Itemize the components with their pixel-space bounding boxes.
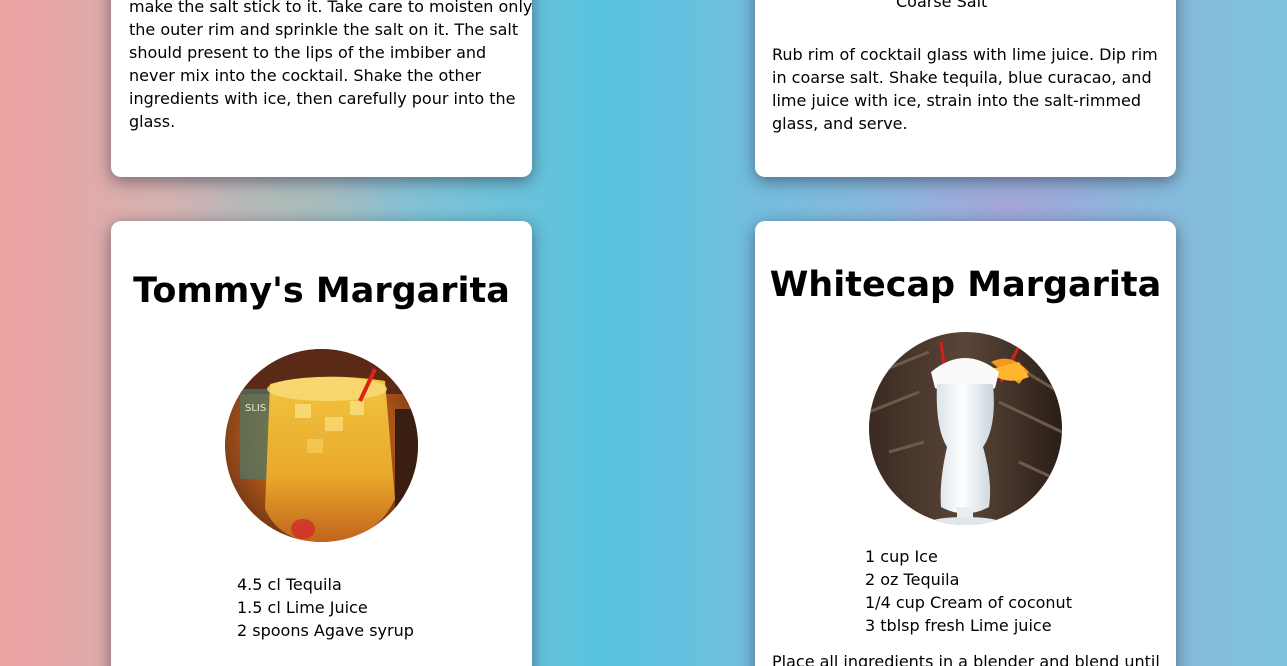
method-text: Rub rim of cocktail glass with lime juic… [772,43,1167,135]
method-line: never mix into the cocktail. Shake the o… [129,66,482,85]
ingredient-item: 4.5 cl Tequila [237,575,342,594]
method-line: glass. [129,112,176,131]
ingredient-item: 1 cup Ice [865,547,938,566]
recipe-card-whitecap-margarita: Whitecap Margarita 1 cup Ice 2 oz Tequil… [755,221,1176,666]
method-text: make the salt stick to it. Take care to … [129,0,532,133]
recipe-title: Whitecap Margarita [769,265,1162,305]
method-line: make the salt stick to it. Take care to … [129,0,532,16]
ingredient-item: 2 oz Tequila [865,570,960,589]
ingredient-item: 2 spoons Agave syrup [237,621,414,640]
method-line: in coarse salt. Shake tequila, blue cura… [772,68,1152,87]
whitecap-glass-photo [869,332,1062,525]
method-line: Place all ingredients in a blender and b… [772,652,1160,666]
margarita-glass-photo: SLIS [225,349,418,542]
method-line: should present to the lips of the imbibe… [129,43,487,62]
svg-text:SLIS: SLIS [245,403,266,414]
ingredient-list: 4.5 cl Tequila 1.5 cl Lime Juice 2 spoon… [237,573,414,642]
method-line: ingredients with ice, then carefully pou… [129,89,516,108]
recipe-card-top-left: make the salt stick to it. Take care to … [111,0,532,177]
recipe-card-top-right: Coarse Salt Rub rim of cocktail glass wi… [755,0,1176,177]
recipe-card-tommys-margarita: Tommy's Margarita SLIS 4.5 cl Tequila 1.… [111,221,532,666]
ingredient-item: 1.5 cl Lime Juice [237,598,368,617]
ingredient-list: 1 cup Ice 2 oz Tequila 1/4 cup Cream of … [865,545,1072,637]
method-line: glass, and serve. [772,114,908,133]
ingredient-item: 3 tblsp fresh Lime juice [865,616,1052,635]
method-line: the outer rim and sprinkle the salt on i… [129,20,519,39]
ingredient-item: 1/4 cup Cream of coconut [865,593,1072,612]
recipe-title: Tommy's Margarita [133,271,510,311]
method-line: lime juice with ice, strain into the sal… [772,91,1142,110]
ingredient-item: Coarse Salt [896,0,988,11]
method-line: Rub rim of cocktail glass with lime juic… [772,45,1158,64]
